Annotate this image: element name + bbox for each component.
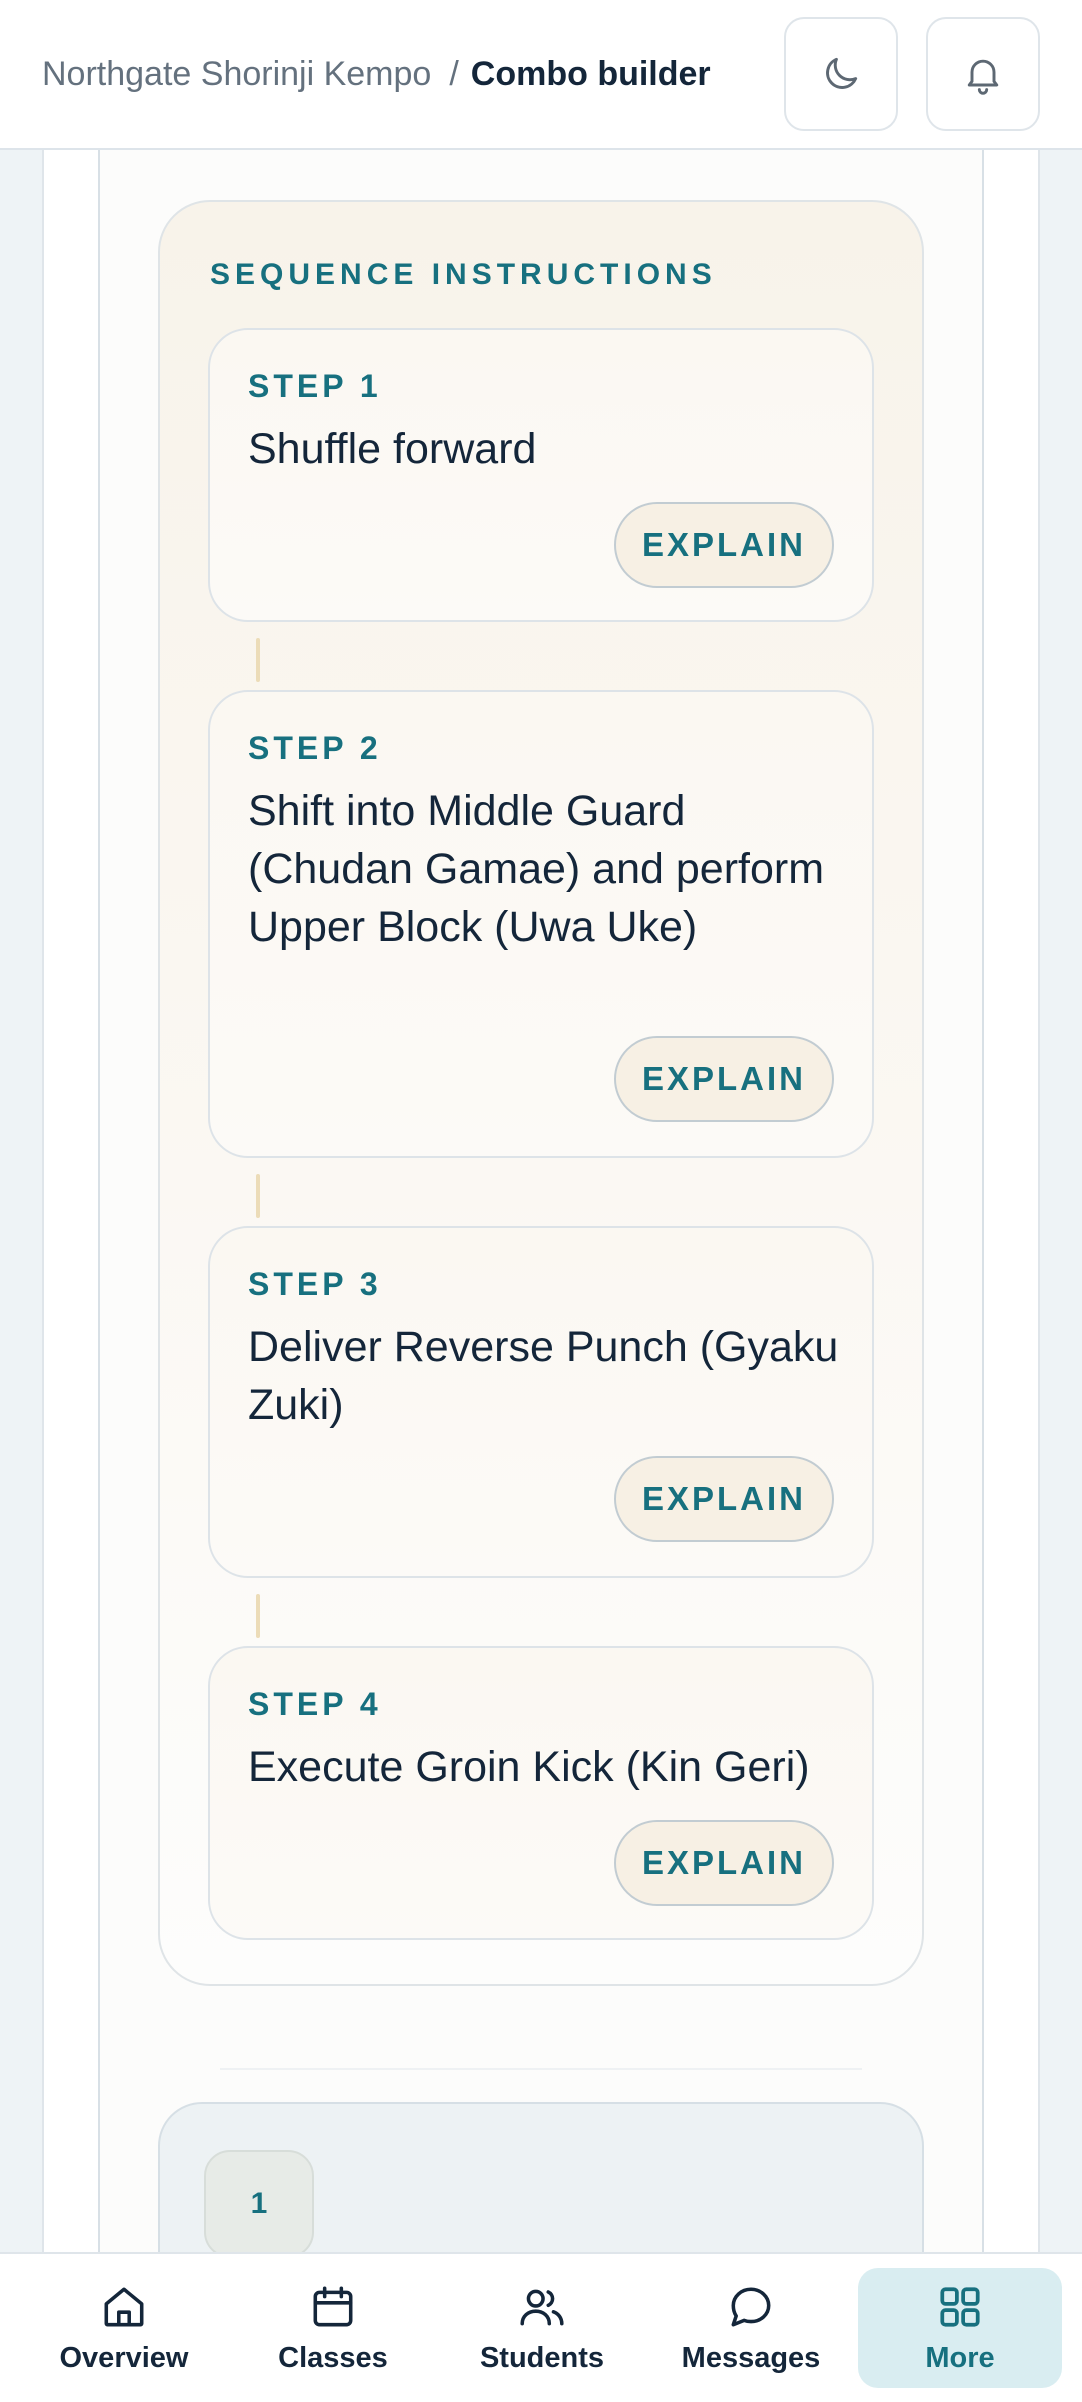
nav-item-students[interactable]: Students (440, 2268, 644, 2388)
page-number-button[interactable]: 1 (204, 2150, 314, 2258)
step-text: Execute Groin Kick (Kin Geri) (248, 1743, 810, 1791)
nav-item-messages[interactable]: Messages (649, 2268, 853, 2388)
chat-icon (731, 2287, 771, 2326)
nav-label: More (925, 2341, 995, 2374)
explain-button-step-3[interactable]: EXPLAIN (614, 1456, 834, 1542)
nav-label: Messages (681, 2341, 821, 2374)
notifications-button[interactable] (926, 17, 1040, 131)
breadcrumb-org-link[interactable]: Northgate Shorinji Kempo (42, 55, 431, 94)
nav-label: Overview (59, 2341, 189, 2374)
step-connector (256, 638, 260, 682)
step-label: STEP 1 (248, 368, 382, 404)
nav-item-overview[interactable]: Overview (22, 2268, 226, 2388)
sequence-title: SEQUENCE INSTRUCTIONS (210, 258, 717, 291)
step-connector (256, 1174, 260, 1218)
step-text: Shift into Middle Guard (Chudan Gamae) a… (248, 787, 825, 951)
page: Northgate Shorinji Kempo / Combo builder… (0, 0, 1082, 2402)
explain-button-step-2[interactable]: EXPLAIN (614, 1036, 834, 1122)
bell-icon (967, 59, 999, 95)
nav-label: Classes (278, 2341, 388, 2374)
sequence-instructions-card: SEQUENCE INSTRUCTIONS STEP 1 Shuffle for… (158, 200, 924, 1986)
grid-icon (940, 2286, 980, 2327)
breadcrumb-separator: / (449, 54, 459, 93)
breadcrumb-current-page: Combo builder (470, 54, 711, 93)
explain-button-step-1[interactable]: EXPLAIN (614, 502, 834, 588)
nav-item-more[interactable]: More (858, 2268, 1062, 2388)
theme-toggle-button[interactable] (784, 17, 898, 131)
step-card-1: STEP 1 Shuffle forward EXPLAIN (208, 328, 874, 622)
step-label: STEP 4 (248, 1686, 382, 1722)
step-text: Deliver Reverse Punch (Gyaku Zuki) (248, 1323, 839, 1429)
step-card-2: STEP 2 Shift into Middle Guard (Chudan G… (208, 690, 874, 1158)
top-header: Northgate Shorinji Kempo / Combo builder (0, 0, 1082, 150)
moon-icon (826, 57, 858, 89)
step-card-3: STEP 3 Deliver Reverse Punch (Gyaku Zuki… (208, 1226, 874, 1578)
step-label: STEP 3 (248, 1266, 382, 1302)
home-icon (104, 2287, 144, 2326)
nav-label: Students (479, 2341, 605, 2374)
explain-button-step-4[interactable]: EXPLAIN (614, 1820, 834, 1906)
step-label: STEP 2 (248, 730, 382, 766)
bottom-nav: Overview Classes Students Messages More (0, 2252, 1082, 2402)
step-text: Shuffle forward (248, 425, 537, 473)
breadcrumb: Northgate Shorinji Kempo / Combo builder (42, 55, 756, 94)
section-divider (220, 2068, 862, 2070)
step-card-4: STEP 4 Execute Groin Kick (Kin Geri) EXP… (208, 1646, 874, 1940)
calendar-icon (313, 2285, 353, 2326)
step-connector (256, 1594, 260, 1638)
users-icon (520, 2289, 564, 2325)
nav-item-classes[interactable]: Classes (231, 2268, 435, 2388)
